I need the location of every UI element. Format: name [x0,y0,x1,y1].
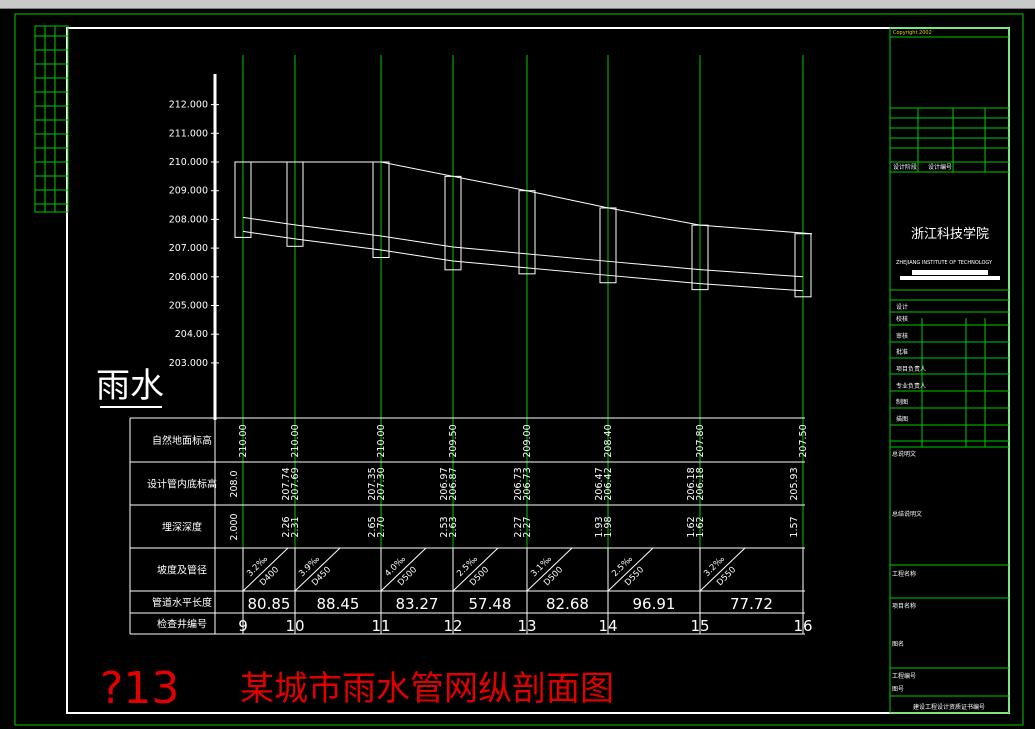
ground-elev-value: 208.40 [603,424,614,457]
invert-elev-value: 206.73 [522,467,533,500]
tb-school-cn: 浙江科技学院 [911,226,989,242]
axis-tick-label: 211.000 [169,128,208,139]
station-gridlines [242,55,804,632]
well-number: 16 [793,617,812,635]
pipe-length: 96.91 [633,595,676,613]
burial-depth-value: 2.000 [229,513,240,540]
ground-elev-value: 210.00 [290,424,301,457]
pipe-profile [234,161,813,298]
axis-tick-label: 205.000 [169,301,208,312]
axis-tick-label: 212.000 [169,100,208,111]
drawing-title: 某城市雨水管网纵剖面图 [240,669,614,709]
ground-elev-value: 210.00 [376,424,387,457]
axis-tick-label: 203.000 [169,358,208,369]
pipe-invert-line [242,230,804,292]
axis-tick-label: 209.000 [169,186,208,197]
pipe-length: 88.45 [317,595,360,613]
tb-logo-bar [900,276,1000,280]
table-row-label: 设计管内底标高 [147,478,217,491]
burial-depth-value: 2.27 [522,516,533,537]
axis-tick-label: 207.000 [169,243,208,254]
axis-tick-label: 204.00 [175,329,208,340]
tb-section-label: 总结说明文 [892,510,922,518]
pipe-length: 80.85 [248,595,291,613]
profile-table: 自然地面标高设计管内底标高埋深深度坡度及管径管道水平长度检查井编号 210.00 2… [129,417,813,635]
elevation-axis: 212.000 211.000 210.000 209.000 208.000 207.0… [96,74,219,420]
tb-section-label: 项目名称 [892,602,916,610]
left-stamp-box [34,25,69,213]
ground-elev-value: 207.50 [798,424,809,457]
burial-depth-value: 1.57 [789,516,800,537]
ground-elev-value: 207.80 [695,424,706,457]
tb-copyright: Copyright 2002 [893,30,932,36]
burial-depth-value: 1.62 [695,516,706,537]
burial-depth-value: 2.70 [376,516,387,537]
tb-sign-label: 专业负责人 [896,382,926,390]
ground-line [235,161,813,235]
pipe-length: 57.48 [469,595,512,613]
table-row-label: 自然地面标高 [152,434,212,447]
tb-sign-label: 设计 [896,303,908,311]
axis-tick-label: 206.000 [169,272,208,283]
well-number: 9 [238,617,248,635]
well-number: 13 [517,617,536,635]
table-row-label: 坡度及管径 [157,564,207,577]
tb-school-en: ZHEJIANG INSTITUTE OF TECHNOLOGY [896,260,993,266]
well-number: 14 [598,617,617,635]
ground-elev-value: 209.00 [522,424,533,457]
well-number: 10 [285,617,304,635]
tb-logo-bar [912,270,988,275]
tb-section-label: 图号 [892,686,904,693]
tb-sign-label: 校核 [896,315,908,323]
inner-border [66,27,1010,714]
tb-sign-label: 描图 [896,415,908,423]
drawing-canvas[interactable]: 212.000 211.000 210.000 209.000 208.000 207.0… [0,8,1035,729]
tb-sign-label: 批准 [896,348,908,356]
tb-sign-label: 审核 [896,332,908,340]
pipe-length: 82.68 [546,595,589,613]
invert-elev-value: 206.18 [695,467,706,500]
invert-elev-value: 206.87 [448,467,459,500]
tb-mid-label: 设计阶段 [893,163,917,171]
well-number: 15 [690,617,709,635]
pipe-length: 83.27 [396,595,439,613]
tb-footer: 建设工程设计资质证书编号 [913,703,985,711]
invert-elev-value: 207.69 [290,467,301,500]
table-row-label: 检查井编号 [157,618,207,631]
pipe-length: 77.72 [730,595,773,613]
invert-elev-value: 207.30 [376,467,387,500]
tb-sign-label: 制图 [896,398,908,406]
well-number: 12 [443,617,462,635]
title-block: Copyright 2002 浙江科技学院 ZHEJIANG INSTITUTE O… [890,30,1009,711]
ground-elev-value: 209.50 [448,424,459,457]
burial-depth-value: 2.63 [448,516,459,537]
axis-tick-label: 210.000 [169,157,208,168]
tb-section-label: 图名 [892,640,904,648]
invert-elev-value: 208.0 [229,470,240,497]
table-row-label: 管道水平长度 [152,596,212,609]
tb-sign-label: 项目负责人 [896,365,926,373]
table-row-label: 埋深深度 [162,521,202,534]
watermark-label: 雨水 [96,366,164,406]
ground-elev-value: 210.00 [238,424,249,457]
tb-section-label: 总说明文 [892,450,916,458]
burial-depth-value: 2.31 [290,516,301,537]
axis-tick-label: 208.000 [169,214,208,225]
well-number: 11 [371,617,390,635]
invert-elev-value: 205.93 [789,467,800,500]
tb-section-label: 工程编号 [892,672,916,680]
burial-depth-value: 1.98 [603,516,614,537]
stamp-box-outline [34,25,69,213]
tb-mid-label: 设计编号 [928,163,952,171]
invert-elev-value: 206.42 [603,467,614,500]
drawing-title-area: ?13 某城市雨水管网纵剖面图 [100,663,614,714]
tb-section-label: 工程名称 [892,570,916,578]
cad-viewport[interactable]: 212.000 211.000 210.000 209.000 208.000 207.0… [0,0,1035,729]
drawing-number: ?13 [100,663,179,714]
